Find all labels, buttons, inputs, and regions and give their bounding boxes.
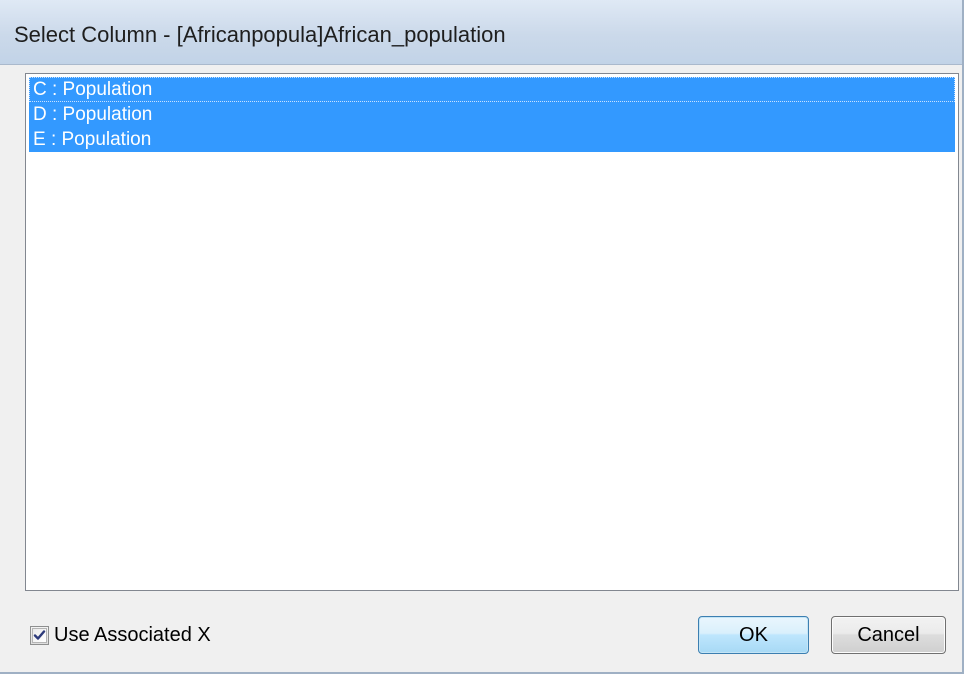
dialog-body: C : Population D : Population E : Popula…: [0, 65, 962, 672]
checkbox-box: [32, 627, 47, 643]
select-column-dialog: Select Column - [Africanpopula]African_p…: [0, 0, 964, 674]
list-item-column-d[interactable]: D : Population: [29, 102, 955, 127]
window-title: Select Column - [Africanpopula]African_p…: [14, 22, 506, 47]
list-item-column-c[interactable]: C : Population: [29, 77, 955, 102]
use-associated-x-checkbox[interactable]: [30, 625, 49, 645]
checkmark-icon: [33, 629, 46, 640]
title-bar[interactable]: Select Column - [Africanpopula]African_p…: [0, 0, 962, 65]
column-listbox[interactable]: C : Population D : Population E : Popula…: [25, 73, 959, 591]
use-associated-x-label: Use Associated X: [54, 623, 211, 646]
ok-button[interactable]: OK: [698, 616, 809, 654]
list-item-column-e[interactable]: E : Population: [29, 127, 955, 152]
use-associated-x-option[interactable]: Use Associated X: [30, 622, 211, 648]
cancel-button[interactable]: Cancel: [831, 616, 946, 654]
